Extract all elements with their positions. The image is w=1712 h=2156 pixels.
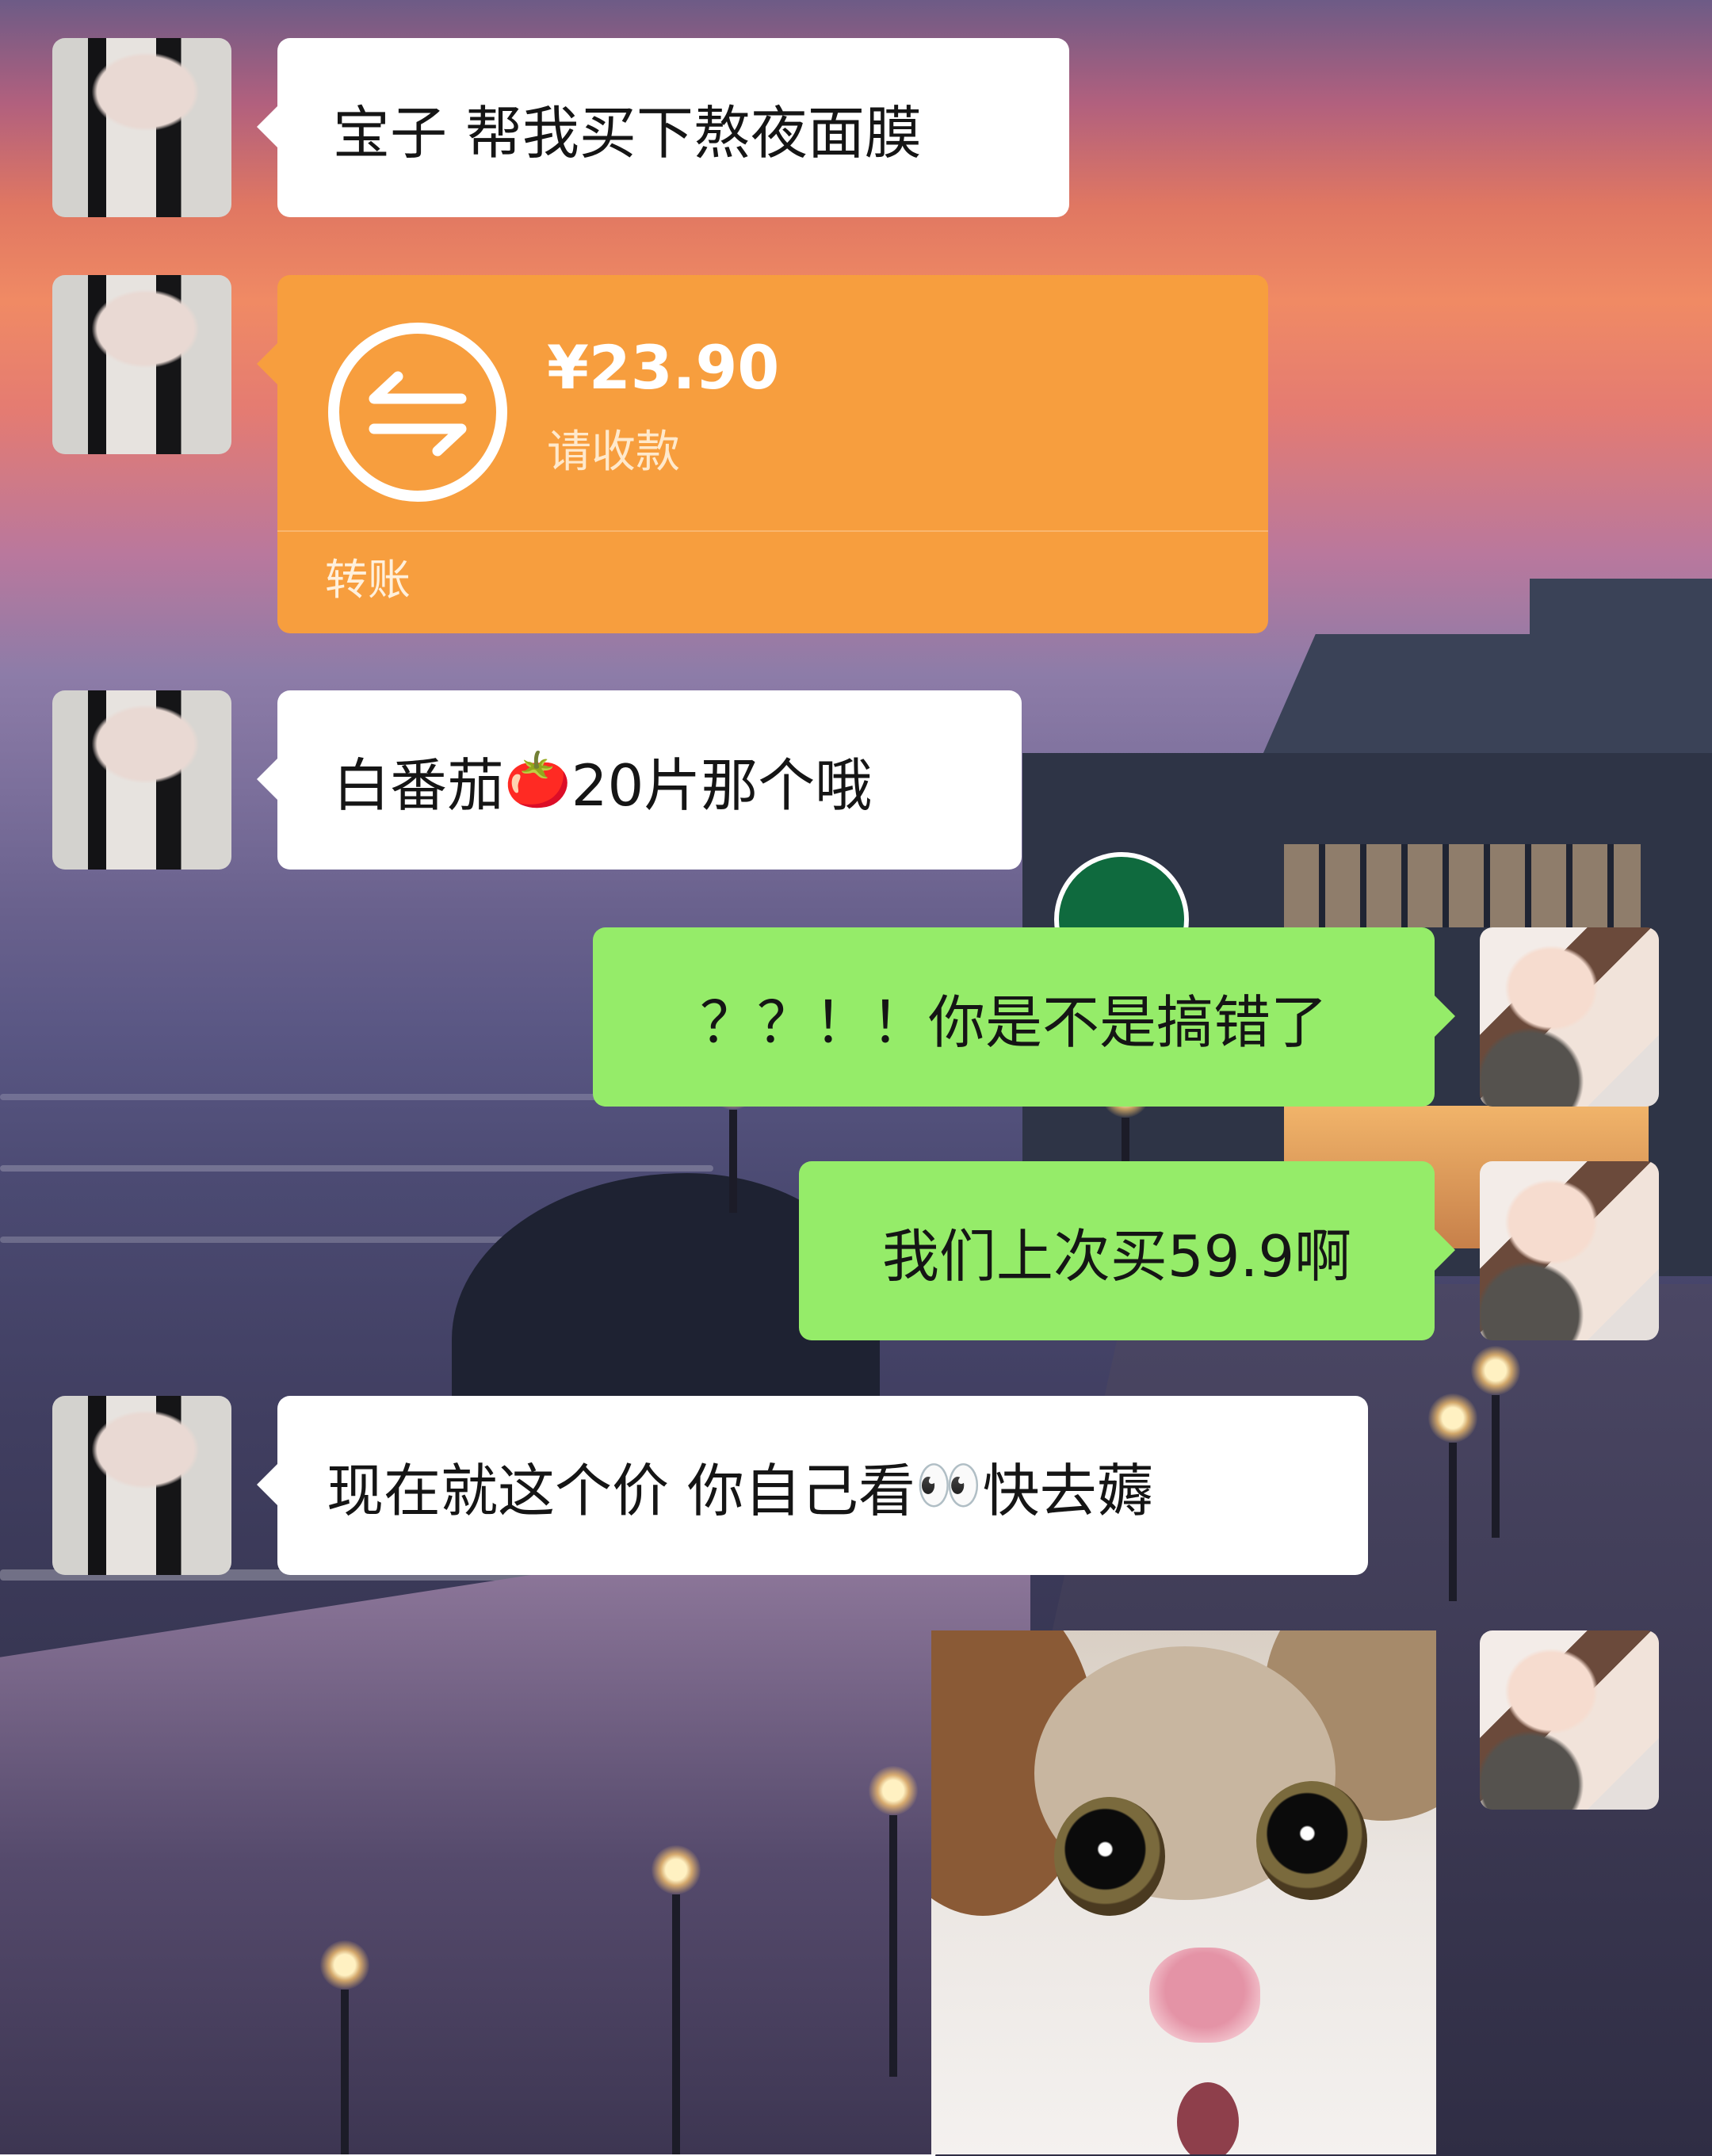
message-text: 白番茄 [333, 751, 505, 819]
message-bubble[interactable]: 白番茄 🍅 20片那个哦 [257, 690, 1022, 870]
beach-shore [0, 1569, 1030, 2154]
message-text: 现在就这个价 你自己看 [327, 1457, 915, 1524]
transfer-label: 转账 [325, 555, 411, 605]
street-lamp-icon [320, 1940, 369, 2154]
divider [277, 530, 1268, 532]
transfer-status: 请收款 [547, 426, 680, 478]
message-bubble[interactable]: ？？！！你是不是搞错了 [593, 927, 1455, 1107]
message-bubble[interactable]: 我们上次买59.9啊 [799, 1161, 1455, 1340]
surprised-cat-photo[interactable] [931, 1630, 1436, 2154]
transfer-arrows-icon [328, 323, 507, 502]
message-text: ？？！！你是不是搞错了 [699, 988, 1328, 1056]
cat-eye [1054, 1797, 1165, 1916]
contact-avatar[interactable] [52, 690, 231, 870]
cat-eye [1256, 1781, 1367, 1900]
contact-avatar[interactable] [52, 275, 231, 454]
message-text: 我们上次买59.9啊 [881, 1222, 1352, 1290]
sea-wave [0, 1237, 555, 1243]
my-avatar[interactable] [1480, 1161, 1659, 1340]
cat-mouth [1177, 2082, 1239, 2154]
eyes-emoji-icon: 👀 [915, 1455, 983, 1517]
message-bubble[interactable]: 现在就这个价 你自己看 👀 快去薅 [257, 1396, 1368, 1575]
sea-wave [0, 1165, 713, 1172]
street-lamp-icon [1428, 1393, 1477, 1601]
street-lamp-icon [1471, 1346, 1520, 1538]
transfer-amount: ¥23.90 [547, 332, 780, 403]
transfer-card[interactable]: ¥23.90 请收款 转账 [257, 275, 1268, 633]
message-text: 20片那个哦 [571, 751, 873, 819]
contact-avatar[interactable] [52, 1396, 231, 1575]
message-text: 快去薅 [982, 1457, 1154, 1524]
street-lamp-icon [652, 1845, 701, 2154]
my-avatar[interactable] [1480, 927, 1659, 1107]
message-text: 宝子 帮我买下熬夜面膜 [333, 99, 922, 166]
street-lamp-icon [709, 1061, 758, 1213]
street-lamp-icon [869, 1766, 918, 2077]
contact-avatar[interactable] [52, 38, 231, 217]
message-bubble[interactable]: 宝子 帮我买下熬夜面膜 [257, 38, 1069, 217]
cat-nose [1149, 1948, 1260, 2043]
building-windows [1284, 844, 1641, 927]
my-avatar[interactable] [1480, 1630, 1659, 1810]
tomato-emoji-icon: 🍅 [504, 749, 571, 812]
